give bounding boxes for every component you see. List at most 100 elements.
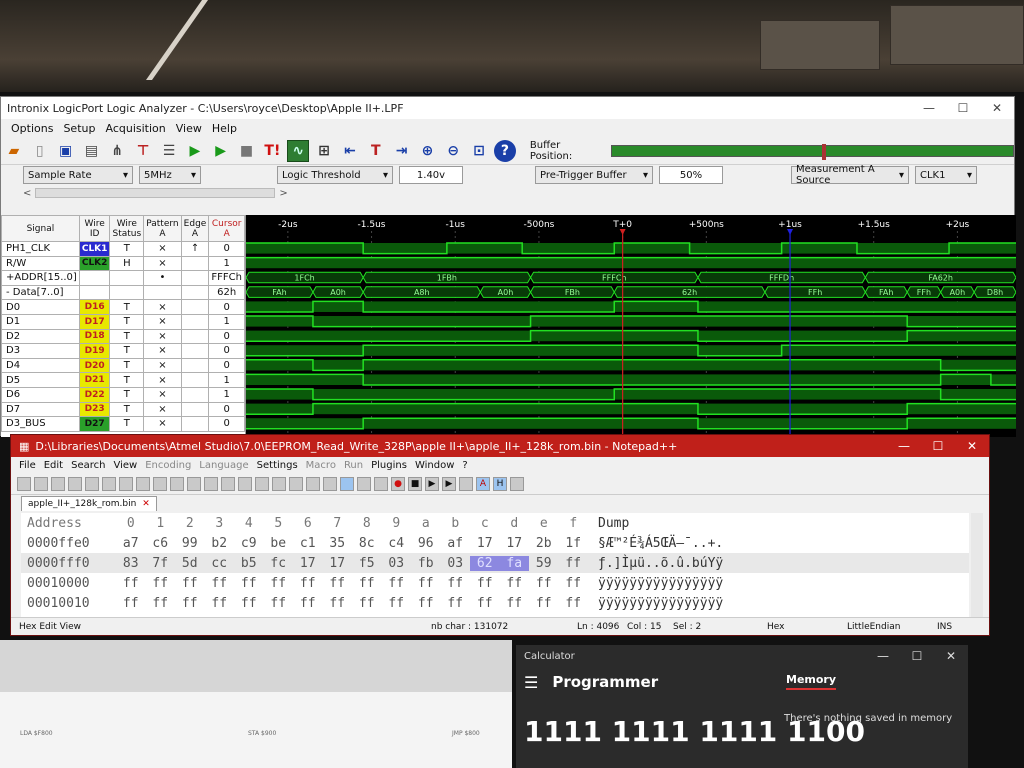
menu-view[interactable]: View	[176, 122, 202, 135]
zoom-fit-icon[interactable]: ⊡	[468, 140, 490, 162]
hex-byte[interactable]: ff	[323, 596, 353, 611]
spellcheck-icon[interactable]: A	[476, 476, 490, 491]
hex-byte[interactable]: ff	[264, 596, 294, 611]
find-icon[interactable]	[221, 476, 235, 491]
hex-byte[interactable]: ff	[382, 596, 412, 611]
hex-byte[interactable]: 17	[500, 536, 530, 551]
hex-byte[interactable]: ff	[529, 596, 559, 611]
measurement-source-select[interactable]: Measurement A Source ▾	[791, 164, 909, 186]
pattern-a[interactable]: ×	[143, 299, 182, 315]
menu-encoding[interactable]: Encoding	[145, 460, 191, 471]
menu-view[interactable]: View	[113, 460, 137, 471]
hex-dump[interactable]: ÿÿÿÿÿÿÿÿÿÿÿÿÿÿÿÿ	[588, 596, 723, 611]
hex-byte[interactable]: be	[264, 536, 294, 551]
hex-byte[interactable]: ff	[323, 576, 353, 591]
trigger-setup-icon[interactable]: ⊤	[132, 140, 154, 162]
logic-threshold-select[interactable]: Logic Threshold ▾	[277, 166, 393, 184]
menu-setup[interactable]: Setup	[63, 122, 95, 135]
cursor-right-icon[interactable]: ⇥	[391, 140, 413, 162]
buffer-marker[interactable]	[822, 143, 827, 160]
menu-window[interactable]: Window	[415, 460, 454, 471]
hex-byte[interactable]: 59	[529, 556, 559, 571]
waveform-display[interactable]: -2us -1.5us -1us -500ns T+0 +500ns +1us +1.5us +…	[246, 215, 1016, 437]
edge-a[interactable]	[180, 270, 210, 286]
function-list-icon[interactable]	[374, 476, 388, 491]
signal-row[interactable]: R/W CLK2 H × 1	[1, 255, 245, 272]
hex-byte[interactable]: ff	[175, 576, 205, 591]
hex-byte[interactable]: 99	[175, 536, 205, 551]
pattern-a[interactable]: ×	[143, 372, 182, 388]
hex-byte[interactable]: ff	[559, 596, 589, 611]
menu-help[interactable]: Help	[212, 122, 237, 135]
pretrigger-value[interactable]: 50%	[659, 166, 723, 184]
edge-a[interactable]	[180, 401, 210, 418]
hex-byte[interactable]: ff	[175, 596, 205, 611]
hamburger-menu-icon[interactable]: ☰	[524, 673, 538, 692]
record-macro-icon[interactable]: ●	[391, 476, 405, 491]
signal-row[interactable]: D6 D22 T × 1	[1, 386, 245, 403]
edge-a[interactable]	[180, 328, 210, 345]
signal-row[interactable]: PH1_CLK CLK1 T × ↑ 0	[1, 241, 245, 257]
waveform-view-icon[interactable]: ∿	[287, 139, 310, 162]
hex-byte[interactable]: f5	[352, 556, 382, 571]
hex-byte[interactable]: ff	[293, 596, 323, 611]
new-file-icon[interactable]	[17, 476, 31, 491]
hex-byte[interactable]: ff	[352, 596, 382, 611]
plugin-icon[interactable]	[510, 476, 524, 491]
hex-byte[interactable]: ff	[146, 596, 176, 611]
menu-file[interactable]: File	[19, 460, 36, 471]
hex-byte[interactable]: 17	[470, 536, 500, 551]
control-scrollbar[interactable]	[35, 188, 276, 198]
hex-byte[interactable]: ff	[500, 596, 530, 611]
signal-row[interactable]: D3 D19 T × 0	[1, 343, 245, 359]
menu-settings[interactable]: Settings	[257, 460, 298, 471]
hex-byte[interactable]: 1f	[559, 536, 589, 551]
edge-a[interactable]: ↑	[180, 241, 210, 257]
pattern-a[interactable]: ×	[143, 386, 182, 403]
waveform-svg[interactable]: -2us -1.5us -1us -500ns T+0 +500ns +1us +1.5us +…	[246, 215, 1016, 437]
hex-dump[interactable]: ƒ.]Ìµü..õ.û.búYÿ	[588, 556, 723, 571]
pattern-a[interactable]: ×	[143, 401, 182, 418]
hex-byte[interactable]: ff	[441, 596, 471, 611]
hex-byte[interactable]: ff	[559, 576, 589, 591]
menu-help[interactable]: ?	[462, 460, 467, 471]
save-macro-icon[interactable]	[459, 476, 473, 491]
maximize-button[interactable]: ☐	[921, 439, 955, 453]
play-multiple-icon[interactable]: ▶	[442, 476, 456, 491]
signal-row[interactable]: - Data[7..0] 62h	[1, 284, 245, 301]
menu-edit[interactable]: Edit	[44, 460, 63, 471]
sample-rate-value[interactable]: 5MHz ▾	[139, 166, 201, 184]
signal-row[interactable]: D0 D16 T × 0	[1, 299, 245, 315]
hex-dump[interactable]: §Æ™²É¾Á5ŒÄ–¯..+.	[588, 536, 723, 551]
run-repeat-icon[interactable]: ▶	[210, 140, 232, 162]
signals-icon[interactable]: ⋔	[106, 140, 128, 162]
list-icon[interactable]: ☰	[158, 140, 180, 162]
hex-byte[interactable]: 03	[441, 556, 471, 571]
signal-row[interactable]: D5 D21 T × 1	[1, 372, 245, 388]
edge-a[interactable]	[180, 255, 210, 272]
save-all-icon[interactable]	[68, 476, 82, 491]
hex-byte[interactable]: ff	[146, 576, 176, 591]
scroll-right-icon[interactable]: >	[279, 188, 287, 199]
hex-byte[interactable]: ff	[470, 576, 500, 591]
pattern-a[interactable]: ×	[143, 255, 182, 272]
sample-rate-select[interactable]: Sample Rate ▾	[23, 166, 133, 184]
hex-byte[interactable]: 62	[470, 555, 500, 571]
help-icon[interactable]: ?	[494, 139, 516, 162]
hex-byte[interactable]: ff	[500, 576, 530, 591]
edge-a[interactable]	[180, 313, 210, 330]
hex-byte[interactable]: ff	[559, 556, 589, 571]
hex-byte[interactable]: ff	[234, 596, 264, 611]
undo-icon[interactable]	[187, 476, 201, 491]
hex-byte[interactable]: 03	[382, 556, 412, 571]
hex-dump[interactable]: ÿÿÿÿÿÿÿÿÿÿÿÿÿÿÿÿ	[588, 576, 723, 591]
close-button[interactable]: ✕	[934, 649, 968, 663]
sync-scroll-icon[interactable]	[289, 476, 303, 491]
col-wire-id[interactable]: Wire ID	[78, 215, 111, 242]
wrap-icon[interactable]	[306, 476, 320, 491]
hex-byte[interactable]: 2b	[529, 536, 559, 551]
hex-byte[interactable]: 83	[116, 556, 146, 571]
signal-row[interactable]: D3_BUS D27 T × 0	[1, 416, 245, 432]
pattern-a[interactable]: ×	[143, 357, 182, 374]
print-icon[interactable]	[119, 476, 133, 491]
